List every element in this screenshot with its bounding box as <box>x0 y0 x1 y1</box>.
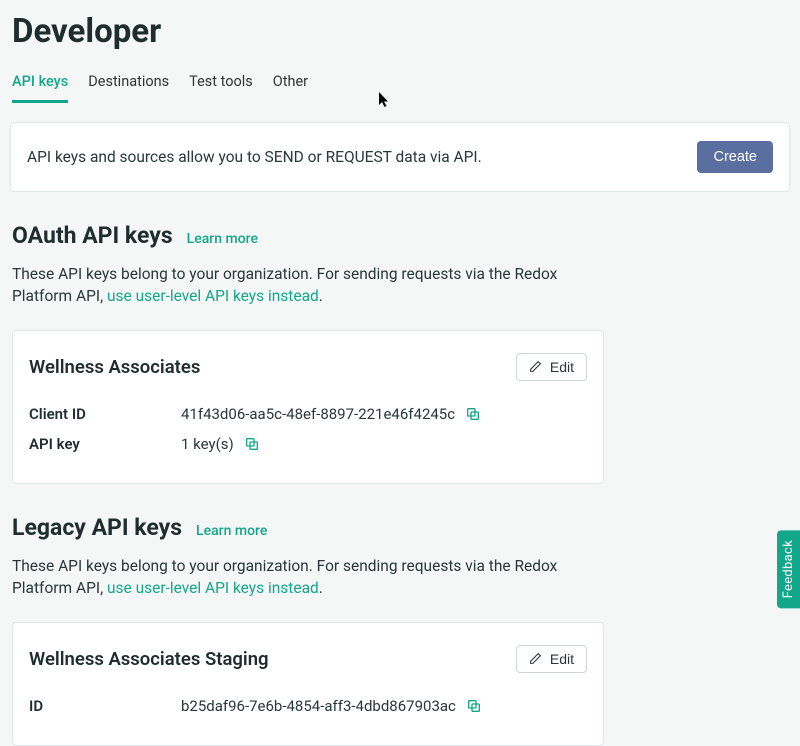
id-value: b25daf96-7e6b-4854-aff3-4dbd867903ac <box>181 697 456 715</box>
create-button[interactable]: Create <box>697 141 773 173</box>
banner-text: API keys and sources allow you to SEND o… <box>27 148 482 166</box>
tab-destinations[interactable]: Destinations <box>88 73 169 103</box>
legacy-section-desc: These API keys belong to your organizati… <box>12 555 602 600</box>
oauth-section-desc: These API keys belong to your organizati… <box>12 263 602 308</box>
edit-label: Edit <box>550 651 574 667</box>
oauth-client-id-row: Client ID 41f43d06-aa5c-48ef-8897-221e46… <box>29 405 587 423</box>
oauth-user-level-link[interactable]: use user-level API keys instead <box>107 287 319 305</box>
tabs: API keys Destinations Test tools Other <box>0 73 800 104</box>
oauth-learn-more-link[interactable]: Learn more <box>187 231 258 247</box>
tab-test-tools[interactable]: Test tools <box>189 73 253 103</box>
oauth-section-title: OAuth API keys <box>12 222 173 249</box>
legacy-section: Legacy API keys Learn more These API key… <box>0 514 800 746</box>
oauth-card: Wellness Associates Edit Client ID 41f43… <box>12 330 604 484</box>
legacy-card-title: Wellness Associates Staging <box>29 648 269 670</box>
tab-other[interactable]: Other <box>273 73 308 103</box>
oauth-desc-suffix: . <box>319 287 323 305</box>
copy-icon[interactable] <box>465 406 481 422</box>
api-key-label: API key <box>29 435 181 453</box>
legacy-id-row: ID b25daf96-7e6b-4854-aff3-4dbd867903ac <box>29 697 587 715</box>
oauth-edit-button[interactable]: Edit <box>516 353 587 381</box>
legacy-desc-suffix: . <box>319 579 323 597</box>
api-key-value: 1 key(s) <box>181 435 234 453</box>
oauth-card-title: Wellness Associates <box>29 356 200 378</box>
oauth-section: OAuth API keys Learn more These API keys… <box>0 222 800 484</box>
page-title: Developer <box>0 0 800 73</box>
id-label: ID <box>29 697 181 715</box>
copy-icon[interactable] <box>466 698 482 714</box>
edit-label: Edit <box>550 359 574 375</box>
legacy-card: Wellness Associates Staging Edit ID b25d… <box>12 622 604 746</box>
oauth-api-key-row: API key 1 key(s) <box>29 435 587 453</box>
legacy-user-level-link[interactable]: use user-level API keys instead <box>107 579 319 597</box>
copy-icon[interactable] <box>244 436 260 452</box>
legacy-section-title: Legacy API keys <box>12 514 182 541</box>
legacy-learn-more-link[interactable]: Learn more <box>196 523 267 539</box>
client-id-label: Client ID <box>29 405 181 423</box>
pencil-icon <box>529 360 542 373</box>
client-id-value: 41f43d06-aa5c-48ef-8897-221e46f4245c <box>181 405 455 423</box>
feedback-button[interactable]: Feedback <box>777 530 800 608</box>
legacy-edit-button[interactable]: Edit <box>516 645 587 673</box>
tab-api-keys[interactable]: API keys <box>12 73 68 103</box>
pencil-icon <box>529 652 542 665</box>
api-keys-banner: API keys and sources allow you to SEND o… <box>10 122 790 192</box>
